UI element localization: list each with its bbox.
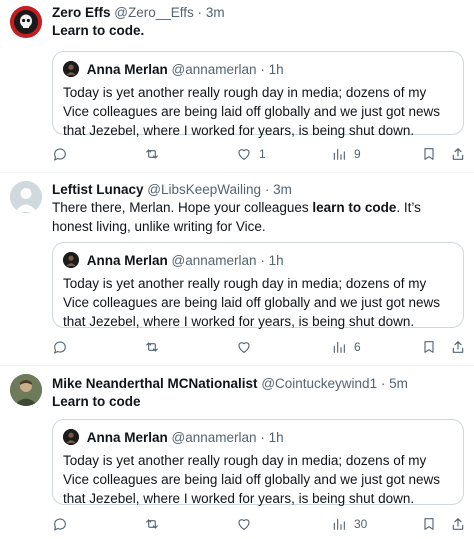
reply-icon [54, 518, 66, 531]
retweet-button[interactable] [144, 338, 160, 356]
quoted-author-handle: @annamerlan [171, 253, 257, 268]
tweet-header: Zero Effs @Zero__Effs · 3m [52, 5, 225, 21]
quoted-avatar [63, 252, 79, 268]
quoted-timestamp: 1h [268, 430, 284, 445]
author-name[interactable]: Zero Effs [52, 5, 111, 20]
retweet-icon [146, 149, 158, 159]
tweet-text-content: Learn to code. [52, 23, 145, 38]
bookmark-button[interactable] [421, 145, 437, 163]
tweet-1[interactable]: Zero Effs @Zero__Effs · 3m Learn to code… [0, 0, 474, 172]
tweet-2[interactable]: Leftist Lunacy @LibsKeepWailing · 3m The… [0, 173, 474, 365]
tweet-actions: 1 9 [52, 145, 466, 163]
avatar[interactable] [10, 374, 42, 406]
views-icon [333, 148, 345, 160]
timestamp[interactable]: 3m [273, 182, 292, 197]
separator-dot: · [197, 5, 203, 20]
views-icon [333, 341, 345, 353]
like-icon [238, 342, 250, 353]
like-icon [238, 149, 250, 160]
reply-button[interactable] [52, 145, 68, 163]
quoted-tweet-header: Anna Merlan @annamerlan · 1h [63, 429, 284, 446]
share-icon [452, 518, 464, 530]
like-button[interactable] [236, 515, 252, 533]
quoted-tweet[interactable]: Anna Merlan @annamerlan · 1h Today is ye… [52, 242, 464, 329]
reply-button[interactable] [52, 515, 68, 533]
share-icon [452, 341, 464, 353]
bookmark-icon [424, 518, 434, 530]
quoted-tweet-text: Today is yet another really rough day in… [63, 453, 440, 506]
quoted-avatar [63, 61, 79, 77]
retweet-button[interactable] [144, 515, 160, 533]
author-name[interactable]: Leftist Lunacy [52, 182, 144, 197]
separator-dot: · [260, 62, 265, 77]
views-icon [333, 518, 345, 530]
tweet-header: Leftist Lunacy @LibsKeepWailing · 3m [52, 182, 292, 198]
views-count: 30 [354, 517, 368, 531]
author-name[interactable]: Mike Neanderthal MCNationalist [52, 376, 258, 391]
quoted-tweet-text: Today is yet another really rough day in… [63, 85, 440, 138]
separator-dot: · [260, 430, 265, 445]
timestamp[interactable]: 5m [389, 376, 408, 391]
bookmark-button[interactable] [421, 338, 437, 356]
author-handle[interactable]: @LibsKeepWailing [147, 182, 261, 197]
quoted-avatar [63, 429, 79, 445]
avatar[interactable] [10, 181, 42, 213]
tweet-text: Learn to code. [52, 21, 462, 40]
bookmark-icon [424, 341, 434, 353]
tweet-3[interactable]: Mike Neanderthal MCNationalist @Cointuck… [0, 366, 474, 539]
views-count: 6 [354, 340, 361, 354]
bookmark-button[interactable] [421, 515, 437, 533]
user-photo-icon [10, 374, 42, 406]
author-handle[interactable]: @Zero__Effs [114, 5, 194, 20]
retweet-icon [146, 519, 158, 529]
quoted-tweet[interactable]: Anna Merlan @annamerlan · 1h Today is ye… [52, 419, 464, 506]
views-button[interactable]: 9 [331, 145, 361, 163]
tweet-actions: 6 [52, 338, 466, 356]
tweet-text-part: There there, Merlan. Hope your colleague… [52, 200, 313, 215]
views-button[interactable]: 30 [331, 515, 367, 533]
share-button[interactable] [450, 515, 466, 533]
default-avatar-icon [10, 181, 42, 213]
share-icon [452, 148, 464, 160]
tweet-text: Learn to code [52, 392, 462, 411]
timestamp[interactable]: 3m [206, 5, 225, 20]
separator-dot: · [260, 253, 265, 268]
tweet-text-content: Learn to code [52, 394, 141, 409]
quoted-author-handle: @annamerlan [171, 430, 257, 445]
like-button[interactable]: 1 [236, 145, 266, 163]
quoted-timestamp: 1h [268, 253, 284, 268]
tweet-actions: 30 [52, 515, 466, 533]
like-count: 1 [259, 147, 266, 161]
retweet-icon [146, 342, 158, 352]
reply-icon [54, 148, 66, 161]
tweet-header: Mike Neanderthal MCNationalist @Cointuck… [52, 376, 408, 392]
reply-icon [54, 341, 66, 354]
quoted-tweet-header: Anna Merlan @annamerlan · 1h [63, 61, 284, 78]
tweet-text-bold: learn to code [312, 200, 397, 215]
quoted-author-name: Anna Merlan [86, 62, 168, 77]
author-handle[interactable]: @Cointuckeywind1 [261, 376, 377, 391]
views-button[interactable]: 6 [331, 338, 361, 356]
quoted-author-name: Anna Merlan [86, 430, 168, 445]
quoted-author-name: Anna Merlan [86, 253, 168, 268]
quoted-tweet-header: Anna Merlan @annamerlan · 1h [63, 252, 284, 269]
quoted-author-handle: @annamerlan [171, 62, 257, 77]
separator-dot: · [380, 376, 386, 391]
quoted-tweet-text: Today is yet another really rough day in… [63, 276, 440, 329]
bookmark-icon [424, 148, 434, 160]
share-button[interactable] [450, 145, 466, 163]
separator-dot: · [264, 182, 270, 197]
like-button[interactable] [236, 338, 252, 356]
tweet-text: There there, Merlan. Hope your colleague… [52, 198, 462, 236]
retweet-button[interactable] [144, 145, 160, 163]
quoted-timestamp: 1h [268, 62, 284, 77]
skull-logo-icon [10, 6, 42, 38]
avatar[interactable] [10, 6, 42, 38]
like-icon [238, 519, 250, 530]
views-count: 9 [354, 147, 361, 161]
reply-button[interactable] [52, 338, 68, 356]
share-button[interactable] [450, 338, 466, 356]
quoted-tweet[interactable]: Anna Merlan @annamerlan · 1h Today is ye… [52, 51, 464, 138]
